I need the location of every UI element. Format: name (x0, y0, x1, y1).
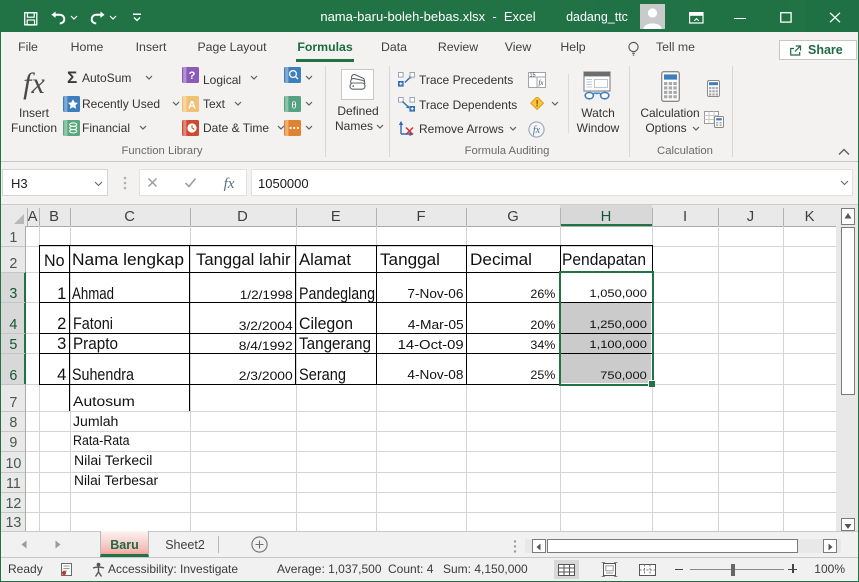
svg-text:fx: fx (538, 79, 544, 87)
svg-text:fx: fx (533, 125, 541, 136)
svg-text:θ: θ (291, 101, 296, 112)
svg-text:!: ! (536, 98, 539, 108)
svg-text:?: ? (189, 70, 196, 82)
svg-text:A: A (188, 100, 196, 112)
svg-text:15: 15 (529, 73, 535, 79)
